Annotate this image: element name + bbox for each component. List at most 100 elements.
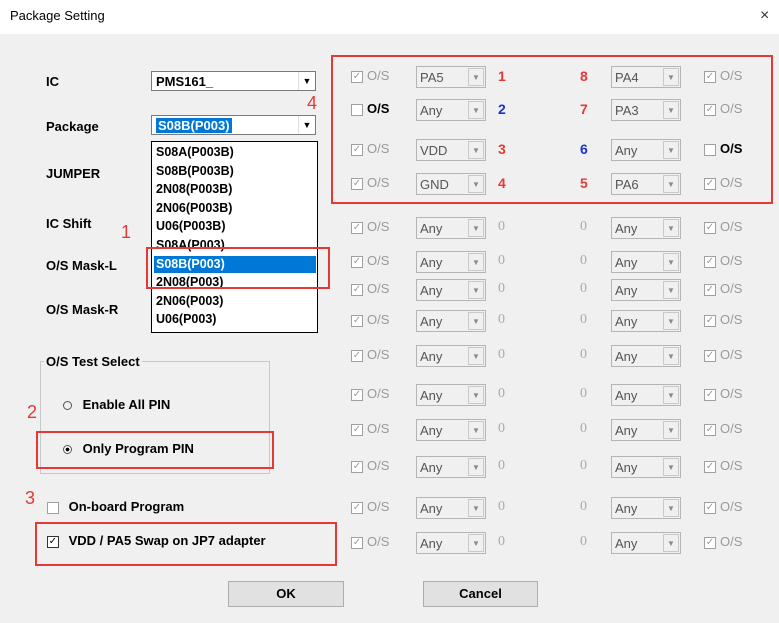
checkbox-icon[interactable]: ✓ xyxy=(351,423,363,436)
pin-select-right[interactable]: Any ▼ xyxy=(611,310,681,332)
checkbox-icon[interactable]: ✓ xyxy=(351,349,363,362)
pin-os-checkbox-left[interactable]: ✓ O/S xyxy=(351,219,389,234)
package-select[interactable]: S08B(P003) ▼ xyxy=(151,115,316,135)
checkbox-icon[interactable]: ✓ xyxy=(704,460,716,473)
chevron-down-icon[interactable]: ▼ xyxy=(468,386,484,404)
chevron-down-icon[interactable]: ▼ xyxy=(663,458,679,476)
pin-select-left[interactable]: Any ▼ xyxy=(416,456,486,478)
package-dropdown-list[interactable]: S08A(P003B) S08B(P003B) 2N08(P003B) 2N06(P0… xyxy=(151,141,318,333)
pin-select-right[interactable]: Any ▼ xyxy=(611,456,681,478)
checkbox-icon[interactable]: ✓ xyxy=(704,501,716,514)
checkbox-icon[interactable]: ✓ xyxy=(351,255,363,268)
pin-os-checkbox-left[interactable]: ✓ O/S xyxy=(351,421,389,436)
chevron-down-icon[interactable]: ▼ xyxy=(468,347,484,365)
pin-select-right[interactable]: Any ▼ xyxy=(611,279,681,301)
pin-os-checkbox-left[interactable]: ✓ O/S xyxy=(351,253,389,268)
chevron-down-icon[interactable]: ▼ xyxy=(663,219,679,237)
pin-os-checkbox-right[interactable]: ✓ O/S xyxy=(704,281,742,296)
checkbox-icon[interactable]: ✓ xyxy=(704,221,716,234)
checkbox-icon[interactable]: ✓ xyxy=(351,314,363,327)
radio-enable-all[interactable]: Enable All PIN xyxy=(63,397,170,412)
chevron-down-icon[interactable]: ▼ xyxy=(298,116,315,134)
chevron-down-icon[interactable]: ▼ xyxy=(468,253,484,271)
pin-select-right[interactable]: Any ▼ xyxy=(611,419,681,441)
checkbox-icon[interactable]: ✓ xyxy=(704,314,716,327)
package-option[interactable]: U06(P003) xyxy=(154,311,218,328)
pin-select-left[interactable]: Any ▼ xyxy=(416,532,486,554)
checkbox-icon[interactable]: ✓ xyxy=(704,423,716,436)
chevron-down-icon[interactable]: ▼ xyxy=(298,72,315,90)
chevron-down-icon[interactable]: ▼ xyxy=(468,219,484,237)
close-icon[interactable]: × xyxy=(760,7,769,25)
checkbox-icon[interactable]: ✓ xyxy=(351,283,363,296)
pin-select-left[interactable]: Any ▼ xyxy=(416,497,486,519)
pin-os-checkbox-left[interactable]: ✓ O/S xyxy=(351,534,389,549)
pin-os-checkbox-right[interactable]: ✓ O/S xyxy=(704,219,742,234)
pin-select-right[interactable]: Any ▼ xyxy=(611,217,681,239)
pin-os-checkbox-left[interactable]: ✓ O/S xyxy=(351,347,389,362)
ic-select[interactable]: PMS161_ ▼ xyxy=(151,71,316,91)
pin-os-checkbox-left[interactable]: ✓ O/S xyxy=(351,499,389,514)
pin-os-checkbox-right[interactable]: ✓ O/S xyxy=(704,386,742,401)
pin-select-right[interactable]: Any ▼ xyxy=(611,251,681,273)
pin-os-checkbox-right[interactable]: ✓ O/S xyxy=(704,534,742,549)
chevron-down-icon[interactable]: ▼ xyxy=(468,312,484,330)
checkbox-icon[interactable]: ✓ xyxy=(351,388,363,401)
pin-select-right[interactable]: Any ▼ xyxy=(611,384,681,406)
pin-os-label: O/S xyxy=(720,253,743,268)
checkbox-icon[interactable]: ✓ xyxy=(351,221,363,234)
pin-select-left[interactable]: Any ▼ xyxy=(416,345,486,367)
pin-select-left[interactable]: Any ▼ xyxy=(416,419,486,441)
pin-os-checkbox-left[interactable]: ✓ O/S xyxy=(351,312,389,327)
chevron-down-icon[interactable]: ▼ xyxy=(663,499,679,517)
pin-os-checkbox-left[interactable]: ✓ O/S xyxy=(351,281,389,296)
cancel-button[interactable]: Cancel xyxy=(423,581,538,607)
pin-os-checkbox-right[interactable]: ✓ O/S xyxy=(704,312,742,327)
chevron-down-icon[interactable]: ▼ xyxy=(663,386,679,404)
pin-select-left[interactable]: Any ▼ xyxy=(416,251,486,273)
pin-select-left[interactable]: Any ▼ xyxy=(416,279,486,301)
ok-button[interactable]: OK xyxy=(228,581,344,607)
pin-select-right[interactable]: Any ▼ xyxy=(611,532,681,554)
package-option[interactable]: S08B(P003B) xyxy=(154,163,236,180)
pin-os-checkbox-right[interactable]: ✓ O/S xyxy=(704,499,742,514)
chevron-down-icon[interactable]: ▼ xyxy=(663,312,679,330)
chevron-down-icon[interactable]: ▼ xyxy=(663,347,679,365)
chevron-down-icon[interactable]: ▼ xyxy=(663,253,679,271)
package-option[interactable]: 2N06(P003) xyxy=(154,293,225,310)
package-option[interactable]: U06(P003B) xyxy=(154,218,227,235)
chevron-down-icon[interactable]: ▼ xyxy=(468,534,484,552)
checkbox-icon[interactable]: ✓ xyxy=(704,283,716,296)
checkbox-icon[interactable] xyxy=(47,501,59,514)
checkbox-icon[interactable]: ✓ xyxy=(704,536,716,549)
pin-select-left[interactable]: Any ▼ xyxy=(416,310,486,332)
chevron-down-icon[interactable]: ▼ xyxy=(468,421,484,439)
pin-select-right[interactable]: Any ▼ xyxy=(611,497,681,519)
chevron-down-icon[interactable]: ▼ xyxy=(663,281,679,299)
pin-os-checkbox-left[interactable]: ✓ O/S xyxy=(351,458,389,473)
pin-os-checkbox-right[interactable]: ✓ O/S xyxy=(704,253,742,268)
checkbox-icon[interactable]: ✓ xyxy=(351,501,363,514)
package-option[interactable]: 2N08(P003B) xyxy=(154,181,234,198)
checkbox-icon[interactable]: ✓ xyxy=(351,460,363,473)
chevron-down-icon[interactable]: ▼ xyxy=(468,281,484,299)
pin-select-left[interactable]: Any ▼ xyxy=(416,384,486,406)
chevron-down-icon[interactable]: ▼ xyxy=(468,458,484,476)
pin-os-checkbox-left[interactable]: ✓ O/S xyxy=(351,386,389,401)
onboard-program-checkbox[interactable]: On-board Program xyxy=(47,499,184,514)
pin-select-right[interactable]: Any ▼ xyxy=(611,345,681,367)
pin-os-checkbox-right[interactable]: ✓ O/S xyxy=(704,458,742,473)
package-option[interactable]: 2N06(P003B) xyxy=(154,200,234,217)
radio-icon[interactable] xyxy=(63,401,72,411)
pin-select-left[interactable]: Any ▼ xyxy=(416,217,486,239)
pin-os-checkbox-right[interactable]: ✓ O/S xyxy=(704,421,742,436)
package-option[interactable]: S08A(P003B) xyxy=(154,144,236,161)
checkbox-icon[interactable]: ✓ xyxy=(704,349,716,362)
chevron-down-icon[interactable]: ▼ xyxy=(468,499,484,517)
checkbox-icon[interactable]: ✓ xyxy=(704,255,716,268)
chevron-down-icon[interactable]: ▼ xyxy=(663,534,679,552)
chevron-down-icon[interactable]: ▼ xyxy=(663,421,679,439)
checkbox-icon[interactable]: ✓ xyxy=(351,536,363,549)
checkbox-icon[interactable]: ✓ xyxy=(704,388,716,401)
pin-os-checkbox-right[interactable]: ✓ O/S xyxy=(704,347,742,362)
